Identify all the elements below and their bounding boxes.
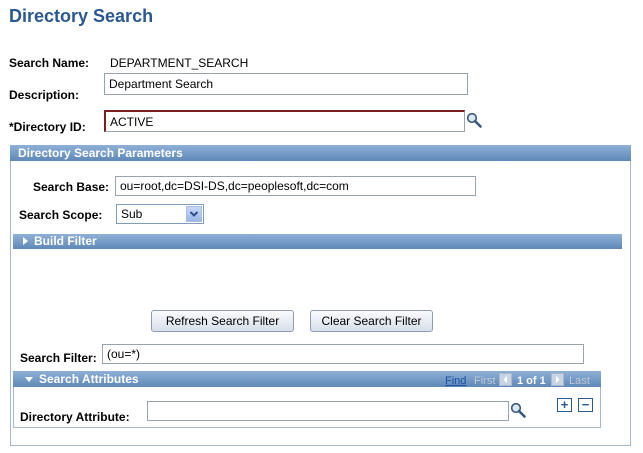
previous-icon [499, 373, 512, 386]
directory-id-label: *Directory ID: [9, 120, 86, 134]
search-filter-input[interactable]: (ou=*) [102, 344, 584, 364]
search-parameters-header: Directory Search Parameters [10, 145, 631, 161]
triangle-down-icon[interactable] [25, 377, 33, 382]
search-attributes-title: Search Attributes [39, 372, 139, 386]
search-scope-value: Sub [121, 207, 143, 221]
search-base-input[interactable]: ou=root,dc=DSI-DS,dc=peoplesoft,dc=com [115, 176, 476, 196]
next-icon [551, 373, 564, 386]
page-info: 1 of 1 [517, 375, 546, 387]
page-title: Directory Search [9, 6, 154, 26]
search-name-label: Search Name: [9, 56, 90, 70]
search-attributes-header: Search Attributes [13, 371, 601, 387]
magnifier-icon[interactable] [466, 112, 482, 128]
clear-search-filter-button[interactable]: Clear Search Filter [310, 310, 433, 332]
directory-attribute-input[interactable] [147, 401, 509, 421]
search-filter-label: Search Filter: [20, 351, 97, 365]
search-scope-select[interactable]: Sub [116, 204, 204, 224]
search-scope-label: Search Scope: [19, 208, 103, 222]
build-filter-header[interactable]: Build Filter [13, 234, 622, 249]
first-link: First [474, 375, 496, 387]
directory-attribute-label: Directory Attribute: [20, 410, 130, 424]
find-link[interactable]: Find [445, 375, 466, 387]
build-filter-label: Build Filter [34, 234, 97, 248]
description-label: Description: [9, 88, 80, 102]
search-name-value: DEPARTMENT_SEARCH [110, 56, 249, 70]
delete-row-button[interactable]: − [578, 398, 593, 412]
triangle-right-icon [23, 237, 28, 245]
chevron-down-icon[interactable] [186, 206, 202, 222]
description-input[interactable]: Department Search [104, 73, 468, 95]
magnifier-icon[interactable] [510, 402, 526, 418]
last-link: Last [569, 375, 590, 387]
refresh-search-filter-button[interactable]: Refresh Search Filter [151, 310, 294, 332]
directory-id-input[interactable]: ACTIVE [104, 110, 465, 132]
add-row-button[interactable]: + [557, 398, 572, 412]
search-base-label: Search Base: [33, 180, 110, 194]
